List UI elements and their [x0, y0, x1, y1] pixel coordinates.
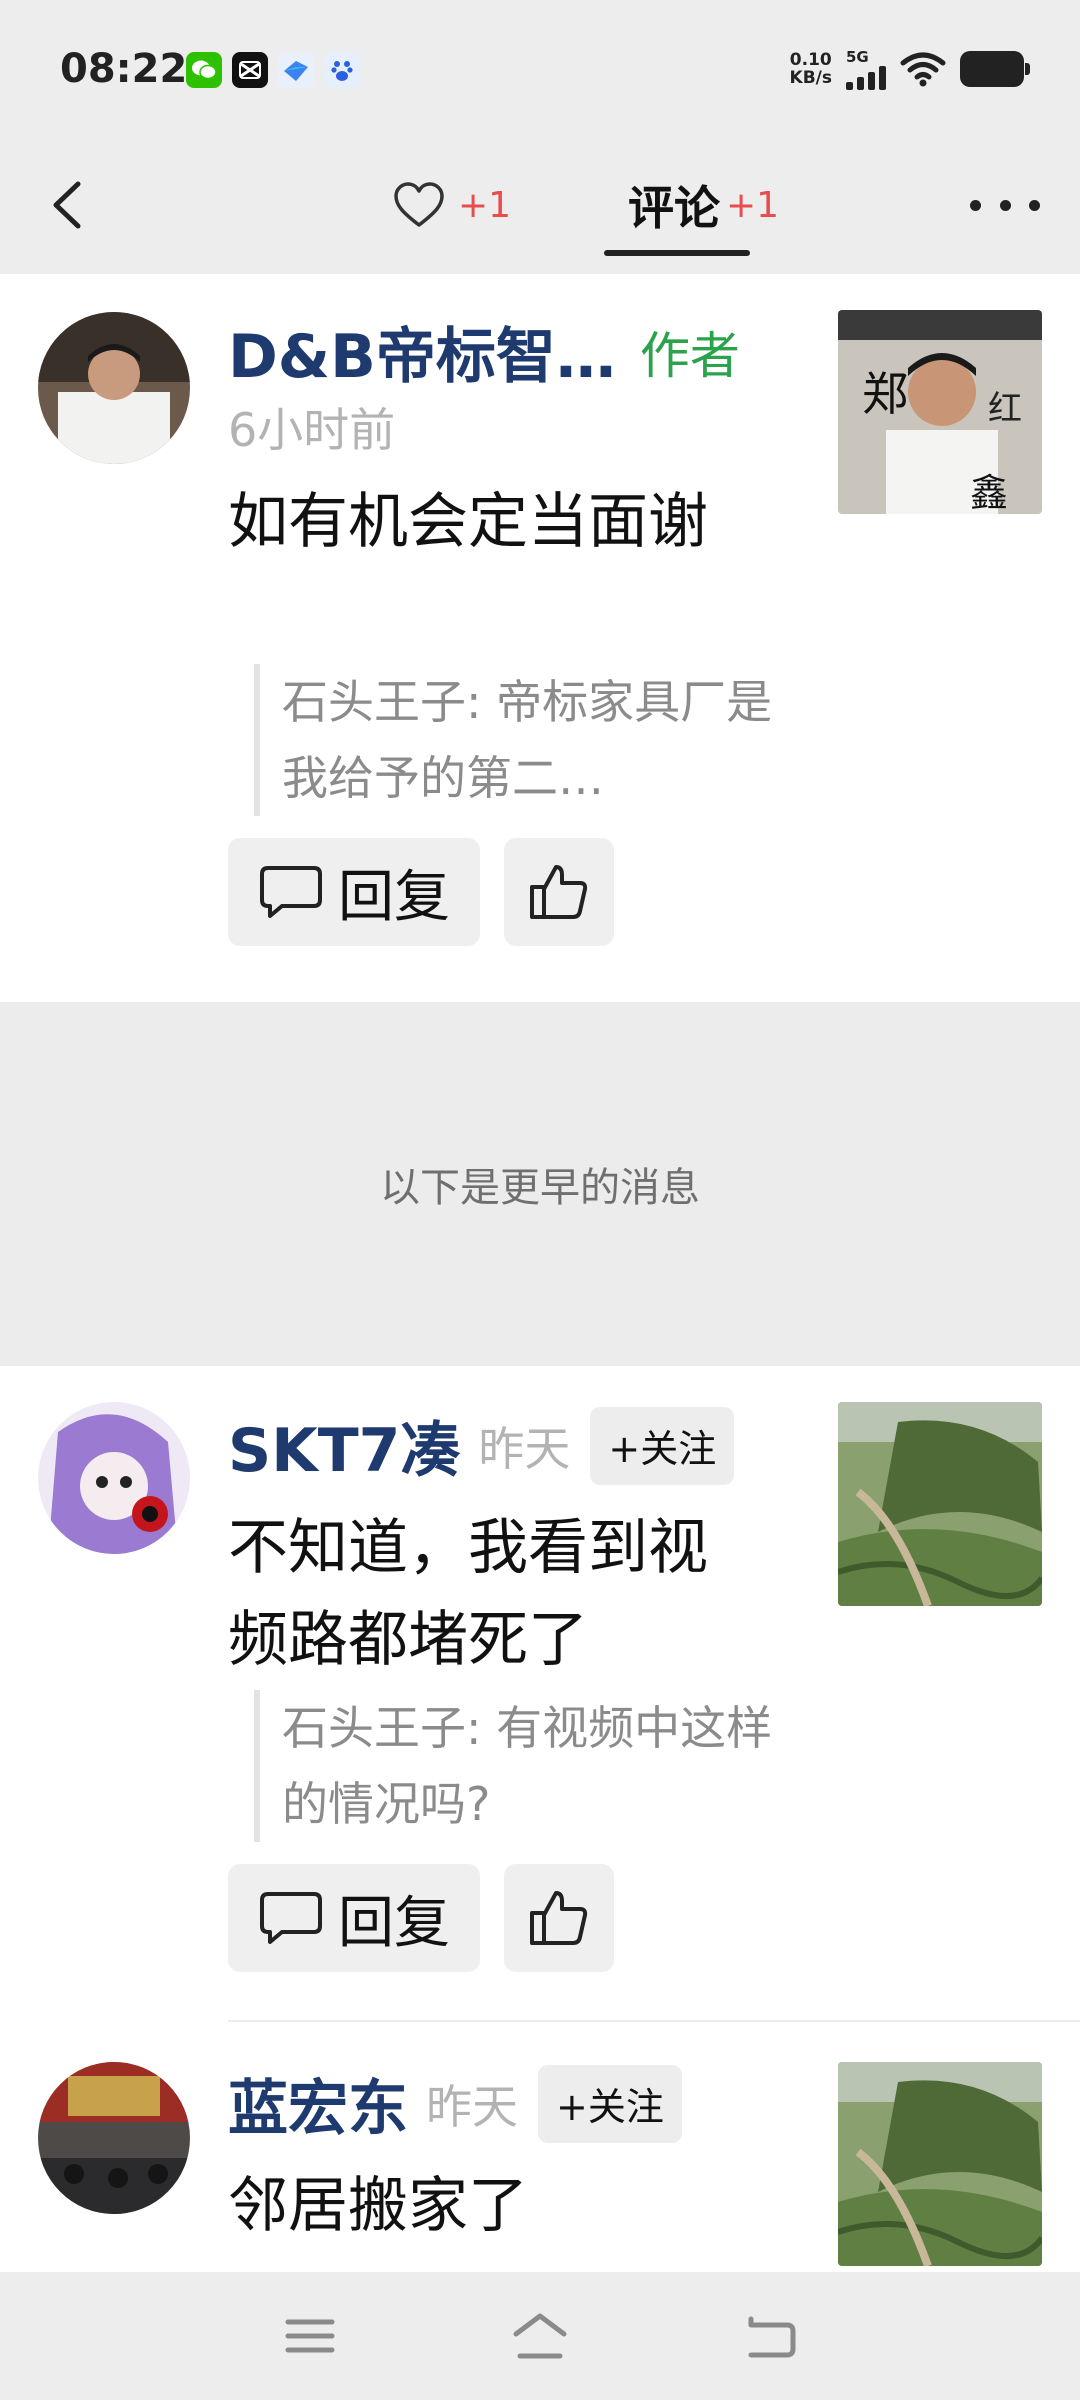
network-type: 5G	[846, 48, 869, 66]
more-options-button[interactable]	[970, 180, 1040, 230]
comment-text[interactable]: 邻居搬家了	[228, 2160, 708, 2252]
user-name[interactable]: SKT7凑	[228, 1402, 460, 1489]
comment-time: 昨天	[426, 2079, 518, 2134]
notification-app-icons	[186, 52, 360, 88]
follow-button[interactable]: +关注	[590, 1406, 735, 1485]
tab-likes[interactable]: +1	[392, 170, 511, 240]
comment-bubble-icon	[260, 866, 322, 918]
video-thumbnail[interactable]: 郑 红 鑫	[838, 310, 1042, 514]
comment-header: 蓝宏东 昨天 +关注	[228, 2060, 682, 2147]
home-button[interactable]	[505, 2306, 575, 2366]
menu-button[interactable]	[275, 2306, 345, 2366]
comment-text[interactable]: 如有机会定当面谢	[228, 476, 708, 568]
net-speed: 0.10 KB/s	[790, 51, 832, 87]
svg-text:红: 红	[988, 389, 1022, 429]
thumbs-up-icon	[530, 1891, 588, 1945]
comment-time: 6小时前	[228, 403, 396, 457]
earlier-messages-label: 以下是更早的消息	[380, 1165, 700, 1211]
back-button[interactable]	[40, 170, 100, 240]
likes-count: +1	[458, 184, 512, 226]
avatar[interactable]	[38, 1402, 190, 1554]
quoted-comment-text: 石头王子: 有视频中这样的情况吗?	[282, 1701, 773, 1831]
capcut-icon	[232, 52, 268, 88]
status-time: 08:22	[60, 46, 188, 92]
reply-button[interactable]: 回复	[228, 838, 480, 946]
like-button[interactable]	[504, 1864, 614, 1972]
dot-icon	[1029, 199, 1040, 211]
battery-icon	[960, 51, 1030, 87]
comment-item: D&B帝标智… 作者 6小时前 如有机会定当面谢 石头王子: 帝标家具厂是我给予…	[0, 274, 1080, 1002]
tab-comments[interactable]: 评论 +1	[628, 170, 779, 240]
home-icon	[513, 2313, 567, 2359]
svg-text:鑫: 鑫	[970, 471, 1008, 514]
system-navigation-bar	[0, 2272, 1080, 2400]
reply-label: 回复	[338, 1890, 450, 1956]
author-badge: 作者	[639, 326, 740, 385]
status-bar: 08:22 0.10 KB/s 5G	[0, 0, 1080, 140]
comment-time: 昨天	[478, 1421, 571, 1476]
comment-actions: 回复	[228, 838, 614, 946]
comment-header: D&B帝标智… 作者	[228, 308, 740, 395]
user-name[interactable]: 蓝宏东	[228, 2060, 408, 2147]
active-tab-indicator	[604, 250, 750, 256]
status-right: 0.10 KB/s 5G	[790, 48, 1030, 90]
avatar[interactable]	[38, 2062, 190, 2214]
video-thumbnail[interactable]	[838, 2062, 1042, 2266]
like-button[interactable]	[504, 838, 614, 946]
net-speed-value: 0.10	[789, 50, 832, 70]
dot-icon	[970, 199, 981, 211]
feishu-icon	[278, 52, 314, 88]
comment-divider	[228, 2020, 1080, 2022]
comment-item: 蓝宏东 昨天 +关注 邻居搬家了	[0, 2024, 1080, 2272]
menu-icon	[285, 2319, 335, 2353]
comment-text[interactable]: 不知道，我看到视频路都堵死了	[228, 1502, 708, 1686]
thumbs-up-icon	[530, 865, 588, 919]
wechat-icon	[186, 52, 222, 88]
comment-item: SKT7凑 昨天 +关注 不知道，我看到视频路都堵死了 石头王子: 有视频中这样…	[0, 1366, 1080, 2024]
user-name[interactable]: D&B帝标智…	[228, 308, 616, 395]
comments-screen: 08:22 0.10 KB/s 5G +1 评论 +1 D&B帝标智… 作者 6…	[0, 0, 1080, 2400]
svg-text:郑: 郑	[862, 367, 908, 421]
comments-count: +1	[726, 184, 780, 226]
wifi-icon	[900, 52, 946, 87]
tab-comments-label: 评论	[628, 181, 720, 235]
quoted-comment[interactable]: 石头王子: 帝标家具厂是我给予的第二…	[254, 664, 774, 816]
signal-bars-icon	[846, 66, 886, 90]
dot-icon	[999, 199, 1011, 211]
video-thumbnail[interactable]	[838, 1402, 1042, 1606]
net-speed-unit: KB/s	[789, 68, 832, 88]
quoted-comment-text: 石头王子: 帝标家具厂是我给予的第二…	[282, 675, 773, 805]
top-navigation: +1 评论 +1	[0, 140, 1080, 274]
earlier-messages-divider: 以下是更早的消息	[0, 1002, 1080, 1366]
back-arrow-icon	[53, 181, 81, 229]
cell-signal: 5G	[846, 48, 886, 90]
reply-button[interactable]: 回复	[228, 1864, 480, 1972]
quoted-comment[interactable]: 石头王子: 有视频中这样的情况吗?	[254, 1690, 774, 1842]
return-icon	[748, 2316, 796, 2358]
heart-icon	[394, 182, 444, 227]
avatar[interactable]	[38, 312, 190, 464]
comment-bubble-icon	[260, 1892, 322, 1944]
back-nav-button[interactable]	[735, 2306, 805, 2366]
comment-actions: 回复	[228, 1864, 614, 1972]
comment-header: SKT7凑 昨天 +关注	[228, 1402, 735, 1489]
reply-label: 回复	[338, 864, 450, 930]
baidu-icon	[324, 52, 360, 88]
follow-button[interactable]: +关注	[538, 2064, 682, 2143]
